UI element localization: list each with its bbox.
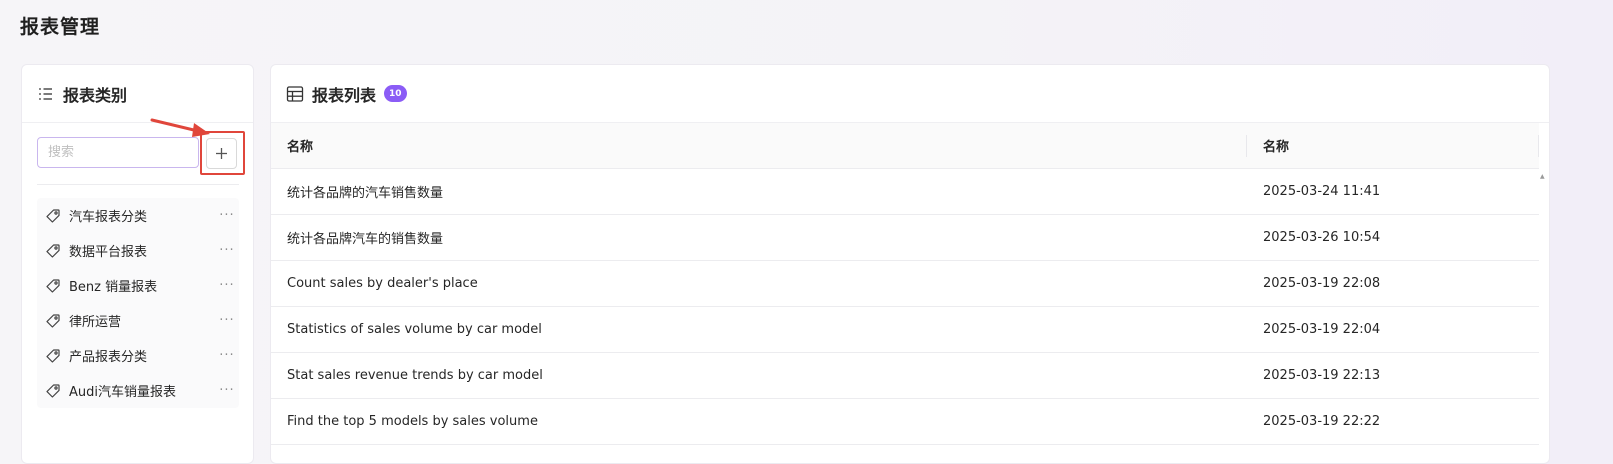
page-title: 报表管理 xyxy=(20,16,101,38)
table-row[interactable]: Find the top 5 models by sales volume 202… xyxy=(271,399,1539,445)
more-options-icon[interactable]: ··· xyxy=(215,383,239,398)
column-header-name[interactable]: 名称 xyxy=(271,123,1247,168)
report-time-cell: 2025-03-19 22:04 xyxy=(1263,322,1381,337)
report-time-cell: 2025-03-19 22:13 xyxy=(1263,368,1381,383)
tag-icon xyxy=(45,208,61,224)
category-item-label: Audi汽车销量报表 xyxy=(69,385,176,400)
list-icon xyxy=(37,85,55,103)
category-panel: 报表类别 汽车报表分类 ··· 数据平台报表 ··· Benz 销量报表 ··· 律所运营 ·… xyxy=(21,64,254,464)
column-header-time[interactable]: 名称 xyxy=(1247,123,1539,168)
plus-icon xyxy=(216,148,227,159)
table-row[interactable]: Count sales by dealer's place 2025-03-19 … xyxy=(271,261,1539,307)
category-item[interactable]: Audi汽车销量报表 ··· xyxy=(37,373,239,408)
category-search-row xyxy=(37,137,199,168)
report-name-cell: Count sales by dealer's place xyxy=(287,276,478,291)
report-table-body: 统计各品牌的汽车销售数量 2025-03-24 11:41 统计各品牌汽车的销售数量… xyxy=(271,169,1539,445)
divider xyxy=(37,184,239,185)
tag-icon xyxy=(45,243,61,259)
report-name-cell: 统计各品牌汽车的销售数量 xyxy=(287,232,444,247)
category-list: 汽车报表分类 ··· 数据平台报表 ··· Benz 销量报表 ··· 律所运营 ··· 产品报… xyxy=(37,198,239,408)
table-header: 名称 名称 xyxy=(271,123,1539,169)
category-item[interactable]: 汽车报表分类 ··· xyxy=(37,198,239,233)
more-options-icon[interactable]: ··· xyxy=(215,208,239,223)
report-time-cell: 2025-03-19 22:08 xyxy=(1263,276,1381,291)
more-options-icon[interactable]: ··· xyxy=(215,313,239,328)
report-name-cell: Statistics of sales volume by car model xyxy=(287,322,542,337)
category-panel-header: 报表类别 xyxy=(22,65,253,123)
category-item[interactable]: 数据平台报表 ··· xyxy=(37,233,239,268)
category-item-label: Benz 销量报表 xyxy=(69,280,158,295)
table-row[interactable]: Statistics of sales volume by car model 2… xyxy=(271,307,1539,353)
search-input[interactable] xyxy=(37,137,199,168)
more-options-icon[interactable]: ··· xyxy=(215,243,239,258)
add-category-button[interactable] xyxy=(206,138,237,169)
table-row[interactable]: 统计各品牌的汽车销售数量 2025-03-24 11:41 xyxy=(271,169,1539,215)
report-name-cell: Stat sales revenue trends by car model xyxy=(287,368,543,383)
table-row[interactable]: Stat sales revenue trends by car model 20… xyxy=(271,353,1539,399)
category-item[interactable]: 产品报表分类 ··· xyxy=(37,338,239,373)
category-item[interactable]: 律所运营 ··· xyxy=(37,303,239,338)
report-panel-header: 报表列表 10 xyxy=(271,65,1549,123)
tag-icon xyxy=(45,348,61,364)
scroll-up-icon[interactable]: ▲ xyxy=(1540,173,1545,180)
category-item-label: 律所运营 xyxy=(69,315,122,330)
report-name-cell: Find the top 5 models by sales volume xyxy=(287,414,538,429)
tag-icon xyxy=(45,313,61,329)
category-item-label: 产品报表分类 xyxy=(69,350,148,365)
report-panel: 报表列表 10 名称 名称 ▲ 统计各品牌的汽车销售数量 2025-03-24 1… xyxy=(270,64,1550,464)
tag-icon xyxy=(45,278,61,294)
more-options-icon[interactable]: ··· xyxy=(215,348,239,363)
table-icon xyxy=(286,85,304,103)
report-name-cell: 统计各品牌的汽车销售数量 xyxy=(287,186,444,201)
tag-icon xyxy=(45,383,61,399)
table-row[interactable]: 统计各品牌汽车的销售数量 2025-03-26 10:54 xyxy=(271,215,1539,261)
category-item[interactable]: Benz 销量报表 ··· xyxy=(37,268,239,303)
report-time-cell: 2025-03-24 11:41 xyxy=(1263,184,1381,199)
report-panel-title: 报表列表 xyxy=(312,85,377,105)
report-time-cell: 2025-03-19 22:22 xyxy=(1263,414,1381,429)
report-count-badge: 10 xyxy=(384,85,407,102)
category-panel-title: 报表类别 xyxy=(63,85,128,105)
report-time-cell: 2025-03-26 10:54 xyxy=(1263,230,1381,245)
category-item-label: 汽车报表分类 xyxy=(69,210,148,225)
category-item-label: 数据平台报表 xyxy=(69,245,148,260)
more-options-icon[interactable]: ··· xyxy=(215,278,239,293)
